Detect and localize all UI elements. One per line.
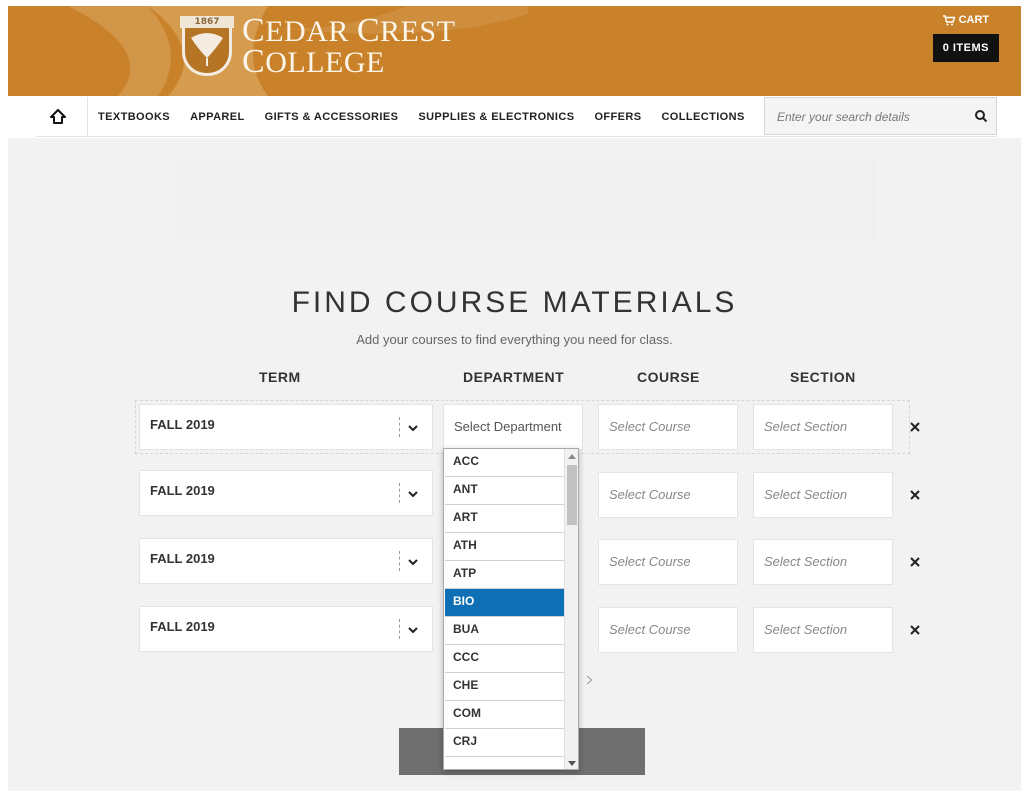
search-icon[interactable]	[974, 109, 988, 123]
college-name: CEDAR CREST COLLEGE	[242, 12, 456, 80]
search-box	[764, 97, 997, 135]
remove-row-icon[interactable]	[908, 555, 922, 569]
cart-items-button[interactable]: 0 ITEMS	[932, 34, 999, 62]
term-select[interactable]: FALL 2019	[139, 538, 433, 584]
site-header: 1867 CEDAR CREST COLLEGE CART 0 ITEMS	[8, 6, 1021, 96]
nav-item-gifts-accessories[interactable]: GIFTS & ACCESSORIES	[265, 111, 399, 123]
section-select[interactable]: Select Section	[753, 472, 893, 518]
column-header-section: SECTION	[790, 369, 856, 385]
search-input[interactable]	[777, 108, 957, 126]
remove-row-icon[interactable]	[908, 420, 922, 434]
nav-item-offers[interactable]: OFFERS	[594, 111, 641, 123]
home-icon[interactable]	[50, 109, 66, 125]
ginkgo-leaf-icon	[191, 33, 223, 66]
cart-icon	[942, 14, 955, 25]
banner-placeholder	[176, 158, 876, 242]
chevron-right-icon	[586, 675, 593, 685]
chevron-down-icon	[408, 559, 418, 566]
college-logo[interactable]: 1867 CEDAR CREST COLLEGE	[178, 12, 456, 86]
nav-item-collections[interactable]: COLLECTIONS	[661, 111, 744, 123]
section-select[interactable]: Select Section	[753, 607, 893, 653]
chevron-down-icon	[408, 491, 418, 498]
course-finder-area: FIND COURSE MATERIALS Add your courses t…	[8, 138, 1021, 791]
dropdown-option-highlighted[interactable]: BIO	[445, 589, 565, 617]
term-select[interactable]: FALL 2019	[139, 470, 433, 516]
department-select[interactable]: Select Department	[443, 404, 583, 450]
page-title: FIND COURSE MATERIALS	[291, 286, 738, 319]
dropdown-option[interactable]: ATP	[445, 561, 565, 589]
course-select[interactable]: Select Course	[598, 607, 738, 653]
remove-row-icon[interactable]	[908, 488, 922, 502]
department-dropdown-list[interactable]: ACC ANT ART ATH ATP BIO BUA CCC CHE COM …	[443, 448, 579, 770]
term-select[interactable]: FALL 2019	[139, 606, 433, 652]
section-select[interactable]: Select Section	[753, 404, 893, 450]
column-header-term: TERM	[259, 369, 301, 385]
dropdown-option[interactable]: BUA	[445, 617, 565, 645]
nav-item-textbooks[interactable]: TEXTBOOKS	[98, 111, 170, 123]
course-select[interactable]: Select Course	[598, 404, 738, 450]
remove-row-icon[interactable]	[908, 623, 922, 637]
chevron-down-icon	[408, 425, 418, 432]
dropdown-option[interactable]: ART	[445, 505, 565, 533]
course-select[interactable]: Select Course	[598, 539, 738, 585]
scroll-up-arrow-icon[interactable]	[568, 454, 576, 459]
nav-item-supplies-electronics[interactable]: SUPPLIES & ELECTRONICS	[418, 111, 574, 123]
chevron-down-icon	[408, 627, 418, 634]
course-select[interactable]: Select Course	[598, 472, 738, 518]
dropdown-option[interactable]: CRJ	[445, 729, 565, 757]
column-header-department: DEPARTMENT	[463, 369, 565, 385]
page-subtitle: Add your courses to find everything you …	[356, 332, 673, 347]
dropdown-option[interactable]: CCC	[445, 645, 565, 673]
dropdown-option[interactable]: ACC	[445, 449, 565, 477]
nav-item-apparel[interactable]: APPAREL	[190, 111, 245, 123]
nav-divider	[87, 97, 88, 137]
section-select[interactable]: Select Section	[753, 539, 893, 585]
scroll-down-arrow-icon[interactable]	[568, 761, 576, 766]
dropdown-option[interactable]: CHE	[445, 673, 565, 701]
college-seal-icon: 1867	[178, 16, 238, 78]
scrollbar-thumb[interactable]	[567, 465, 577, 525]
dropdown-option[interactable]: ANT	[445, 477, 565, 505]
main-nav: TEXTBOOKS APPAREL GIFTS & ACCESSORIES SU…	[36, 97, 997, 137]
dropdown-scrollbar[interactable]	[564, 449, 578, 769]
cart-link[interactable]: CART	[933, 14, 999, 26]
cart-label: CART	[958, 14, 990, 26]
dropdown-option[interactable]: COM	[445, 701, 565, 729]
nav-menu: TEXTBOOKS APPAREL GIFTS & ACCESSORIES SU…	[98, 97, 765, 137]
column-header-course: COURSE	[637, 369, 700, 385]
term-select[interactable]: FALL 2019	[139, 404, 433, 450]
dropdown-option[interactable]: ATH	[445, 533, 565, 561]
cart-widget[interactable]: CART 0 ITEMS	[932, 14, 999, 62]
